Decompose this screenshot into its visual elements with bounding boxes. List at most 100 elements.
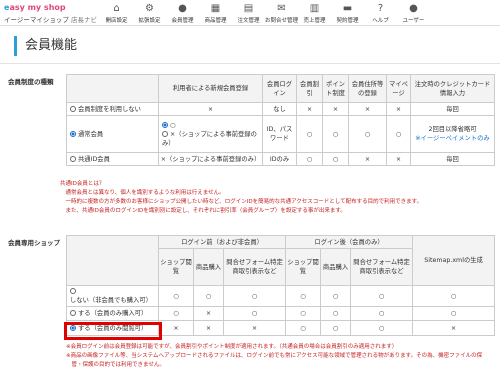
cell: ○ [320,320,352,336]
highlight-box [64,322,162,340]
title-divider [0,63,500,64]
registration-choice: ○ ×（ショップによる事前登録のみ） [158,115,263,153]
cell: × [296,102,323,116]
cell: ○ [285,320,322,336]
nav-label: ユーザー [402,17,425,24]
cell: ○ [350,306,414,321]
radio-regular-member[interactable] [70,130,76,137]
table-row: 共通ID会員 ×（ショップによる事前登録のみ） IDのみ ○ ○ × × 毎回 [66,152,495,166]
book-icon: ▬ [342,2,353,14]
brand-logo[interactable]: easy my shop [4,3,66,12]
option-regular-member[interactable]: 通常会員 [66,115,159,153]
header-inquiry: 問合せフォーム特定商取引表示など [350,248,414,286]
cell: × [386,152,411,166]
shop-icon: ▦ [210,2,221,14]
header-purchase: 商品購入 [320,248,352,286]
note-line: また、共通ID会員のログインIDを識別別に設定し、それぞれに割引率（会員グループ… [60,208,346,214]
option-shop-open[interactable]: しない（非会員でも購入可） [66,285,159,307]
option-shared-id-member[interactable]: 共通ID会員 [66,152,159,166]
section-member-shop-label: 会員専用ショップ [8,239,60,247]
cell: ○ [322,152,349,166]
radio-shop-open[interactable] [70,288,76,294]
cell: ○ [412,306,496,321]
radio-registration-preregistered[interactable] [162,130,168,137]
header-discount: 会員割引 [296,74,323,103]
cell: ○ [158,306,194,321]
section-member-types-label: 会員制度の種類 [8,78,54,86]
nav-label: 拡張設定 [138,17,161,24]
header-login: 会員ログイン [262,74,297,103]
cell: ○ [285,285,322,307]
nav-item-8[interactable]: ? ヘルプ [364,0,397,26]
cell: × [412,320,496,336]
cell: IDのみ [262,152,297,166]
radio-shared-id-member[interactable] [70,155,76,162]
cell: × [348,102,387,116]
nav-item-2[interactable]: ● 会員管理 [166,0,199,26]
header-inquiry: 問合せフォーム特定商取引表示など [222,248,287,286]
cell: ○ [350,320,414,336]
header-address: 会員住所等の登録 [348,74,387,103]
cell: ○ [296,115,323,153]
brand-subtitle: イージーマイショップ 店長ナビ [4,16,97,24]
table-row: しない（非会員でも購入可） ○ ○ ○ ○ ○ ○ ○ [66,285,496,307]
radio-no-membership[interactable] [70,105,76,112]
cell: ○ [322,115,349,153]
cell: × [158,102,263,116]
member-types-table: 利用者による新規会員登録 会員ログイン 会員割引 ポイント制度 会員住所等の登録… [66,74,495,166]
header-shop-view: ショップ閲覧 [158,248,194,286]
radio-registration-open[interactable] [162,121,168,128]
help-icon: ? [377,2,384,14]
note-line: ※商品の画像ファイル等、当システムへアップロードされるファイルは、ログイン前でも… [66,353,483,359]
nav-item-9[interactable]: ● ユーザー [397,0,430,26]
radio-members-purchase[interactable] [70,310,76,316]
cell: 毎回 [410,152,495,166]
nav-item-0[interactable]: ⌂ 開店設定 [100,0,133,26]
home-icon: ⌂ [113,2,120,14]
member-shop-table: ログイン前（および非会員） ログイン後（会員のみ） Sitemap.xmlの生成… [66,235,496,336]
table-row: 会員制度を利用しない × なし × × × × 毎回 [66,102,495,116]
cell: ○ [193,285,224,307]
note-line: 管・保護の目的では利用できません。 [66,362,165,368]
option-no-membership[interactable]: 会員制度を利用しない [66,102,159,116]
header-purchase: 商品購入 [193,248,224,286]
nav-item-1[interactable]: ⚙ 拡張設定 [133,0,166,26]
cell: 毎回 [410,102,495,116]
cell: ○ [350,285,414,307]
user-menu-icon: ● [409,2,418,14]
cell: ○ [320,306,352,321]
document-icon: ▤ [243,2,254,14]
cell: × [193,306,224,321]
cell: ○ [320,285,352,307]
credit-cell: 2回目以降省略可 ※イージーペイメントのみ [410,115,495,153]
note-line: 共通ID会員とは？ [60,181,105,187]
nav-item-4[interactable]: ▤ 注文管理 [232,0,265,26]
cell: なし [262,102,297,116]
nav-item-6[interactable]: ▥ 売上管理 [298,0,331,26]
table-row: 通常会員 ○ ×（ショップによる事前登録のみ） ID、パスワード ○ ○ ○ ○… [66,115,495,153]
header-points: ポイント制度 [322,74,349,103]
cell: ○ [296,152,323,166]
member-shop-notes: ※会員ログイン前は会員登録は可能ですが、会員割引やポイント制度が適用されます。（… [66,343,482,370]
nav-item-7[interactable]: ▬ 契約管理 [331,0,364,26]
nav-label: 契約管理 [336,17,359,24]
header-blank [66,74,159,103]
note-line: 一時的に複数の方が多数のお客様にショップ公開したい時など、ログインIDを簡易的な… [60,199,423,205]
top-nav: ⌂ 開店設定 ⚙ 拡張設定 ● 会員管理 ▦ 商品管理 ▤ 注文管理 ✉ お問合せ管理 ▥ 売上管理 ▬ 契約… [100,0,430,26]
note-line: ※会員ログイン前は会員登録は可能ですが、会員割引やポイント制度が適用されます。（… [66,344,398,350]
option-members-purchase[interactable]: する（会員のみ購入可） [66,306,159,321]
easy-payment-link[interactable]: ※イージーペイメントのみ [412,134,493,143]
cell: × [348,152,387,166]
gear-icon: ⚙ [145,2,154,14]
cell: ○ [412,285,496,307]
nav-label: 会員管理 [171,17,194,24]
nav-item-3[interactable]: ▦ 商品管理 [199,0,232,26]
cell: × [158,320,194,336]
cell: ○ [348,115,387,153]
chart-icon: ▥ [309,2,320,14]
nav-item-5[interactable]: ✉ お問合せ管理 [265,0,298,26]
cell: × [193,320,224,336]
cell: × [386,102,411,116]
header-shop-view: ショップ閲覧 [285,248,322,286]
cell: × [322,102,349,116]
